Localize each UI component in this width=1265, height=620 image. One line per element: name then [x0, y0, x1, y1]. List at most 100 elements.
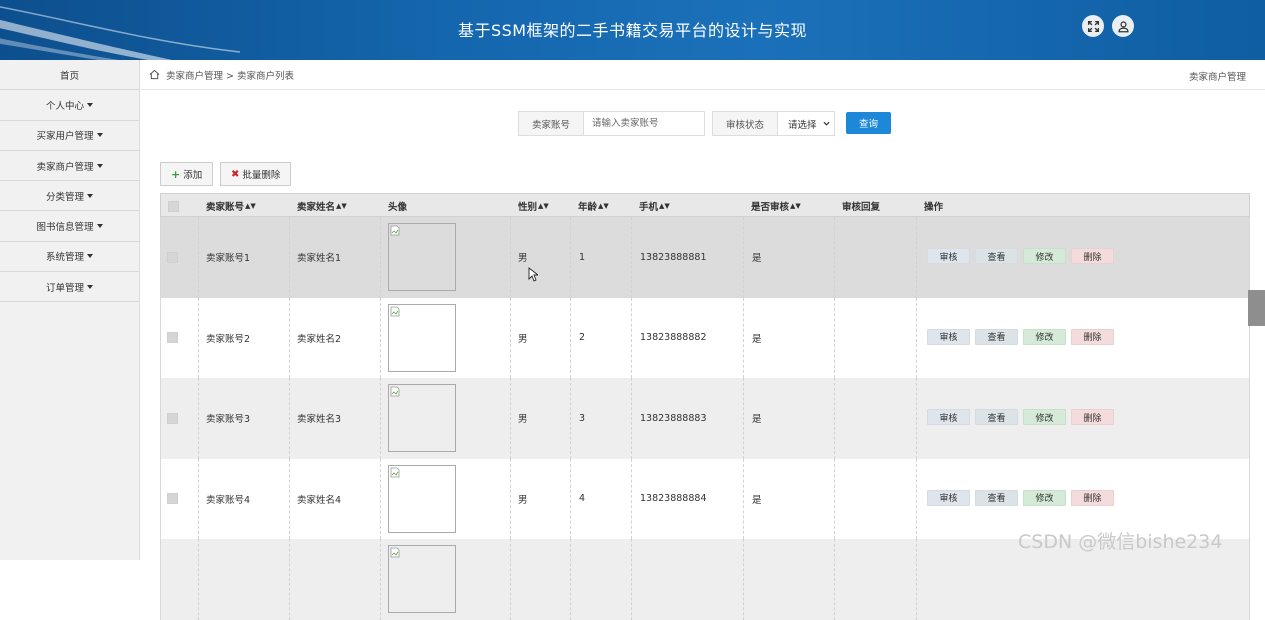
column-divider — [289, 297, 290, 378]
fullscreen-button[interactable] — [1082, 15, 1104, 37]
sidebar-item-seller-management[interactable]: 卖家商户管理 — [0, 151, 139, 182]
col-audited[interactable]: 是否审核 ▲▼ — [751, 194, 801, 218]
app-title: 基于SSM框架的二手书籍交易平台的设计与实现 — [457, 21, 808, 40]
col-audit-reply: 审核回复 — [842, 202, 881, 213]
column-divider — [570, 458, 571, 539]
col-seller-account[interactable]: 卖家账号 ▲▼ — [206, 194, 256, 218]
audit-button[interactable]: 审核 — [927, 489, 970, 506]
sidebar-item-book-management[interactable]: 图书信息管理 — [0, 211, 139, 242]
fullscreen-icon — [1087, 20, 1099, 32]
add-button-label: 添加 — [183, 170, 203, 181]
avatar — [388, 464, 456, 533]
sidebar-item-system-management[interactable]: 系统管理 — [0, 242, 139, 273]
audit-button[interactable]: 审核 — [927, 409, 970, 425]
sidebar-item-label: 首页 — [59, 70, 79, 82]
col-gender[interactable]: 性别 ▲▼ — [518, 194, 549, 218]
column-divider — [289, 378, 290, 459]
column-divider — [570, 217, 571, 298]
delete-button[interactable]: 删除 — [1071, 409, 1114, 425]
column-divider — [289, 458, 290, 539]
column-divider — [916, 297, 917, 378]
cell-seller-name: 卖家姓名2 — [297, 333, 342, 345]
sidebar-item-home[interactable]: 首页 — [0, 60, 139, 91]
view-button[interactable]: 查看 — [975, 409, 1018, 425]
col-avatar: 头像 — [388, 202, 408, 213]
chevron-down-icon — [822, 121, 830, 126]
edit-button[interactable]: 修改 — [1023, 248, 1066, 264]
audit-button[interactable]: 审核 — [927, 328, 970, 345]
account-search-group: 卖家账号 — [518, 111, 706, 136]
breadcrumb[interactable]: 卖家商户管理 > 卖家商户列表 — [166, 68, 294, 82]
status-select[interactable]: 请选择 — [777, 111, 836, 136]
sidebar-item-category-management[interactable]: 分类管理 — [0, 181, 139, 212]
row-checkbox[interactable] — [167, 217, 178, 298]
side-panel-toggle[interactable] — [1248, 290, 1265, 326]
cell-age: 2 — [579, 332, 586, 344]
caret-down-icon — [96, 224, 103, 229]
edit-button[interactable]: 修改 — [1023, 489, 1066, 506]
cell-seller-account: 卖家账号3 — [206, 414, 251, 426]
sidebar-item-label: 订单管理 — [45, 282, 84, 294]
broken-image-icon — [390, 467, 400, 477]
batch-delete-label: 批量删除 — [242, 170, 281, 181]
user-icon — [1117, 20, 1129, 32]
col-age[interactable]: 年龄 ▲▼ — [578, 194, 609, 218]
column-divider — [743, 458, 744, 539]
delete-button[interactable]: 删除 — [1071, 328, 1114, 345]
user-button[interactable] — [1112, 15, 1134, 37]
cell-seller-name: 卖家姓名1 — [297, 253, 342, 265]
column-divider — [631, 217, 632, 298]
home-icon[interactable] — [149, 69, 160, 80]
delete-button[interactable]: 删除 — [1071, 248, 1114, 264]
sidebar-item-order-management[interactable]: 订单管理 — [0, 272, 139, 303]
delete-button[interactable]: 删除 — [1071, 489, 1114, 506]
select-all-checkbox[interactable] — [168, 194, 179, 218]
column-divider — [510, 297, 511, 378]
status-search-group: 审核状态 请选择 — [712, 111, 836, 136]
sidebar-item-personal-center[interactable]: 个人中心 — [0, 90, 139, 121]
column-divider — [916, 378, 917, 459]
col-phone[interactable]: 手机 ▲▼ — [639, 194, 670, 218]
caret-down-icon — [87, 284, 93, 289]
query-button[interactable]: 查询 — [846, 112, 891, 134]
audit-button[interactable]: 审核 — [927, 248, 970, 264]
sort-icon: ▲▼ — [336, 202, 347, 210]
avatar — [388, 303, 456, 372]
column-divider — [380, 217, 381, 298]
account-label: 卖家账号 — [518, 111, 584, 136]
column-divider — [570, 297, 571, 378]
column-divider — [743, 217, 744, 298]
close-icon: ✖ — [231, 168, 240, 180]
sidebar-item-buyer-management[interactable]: 买家用户管理 — [0, 121, 139, 151]
view-button[interactable]: 查看 — [975, 489, 1018, 506]
column-divider — [198, 539, 199, 620]
row-checkbox[interactable] — [167, 459, 178, 540]
view-button[interactable]: 查看 — [975, 328, 1018, 345]
row-checkbox[interactable] — [167, 378, 178, 459]
sort-icon: ▲▼ — [659, 202, 670, 210]
column-divider — [834, 297, 835, 378]
column-divider — [631, 458, 632, 539]
status-select-value: 请选择 — [788, 119, 817, 131]
broken-image-icon — [390, 225, 400, 236]
sort-icon: ▲▼ — [245, 202, 256, 210]
edit-button[interactable]: 修改 — [1023, 328, 1066, 345]
plus-icon: + — [171, 167, 181, 181]
col-seller-name[interactable]: 卖家姓名 ▲▼ — [297, 194, 347, 218]
sidebar-item-label: 分类管理 — [45, 191, 84, 203]
column-divider — [380, 458, 381, 539]
column-divider — [510, 217, 511, 298]
edit-button[interactable]: 修改 — [1023, 409, 1066, 425]
sort-icon: ▲▼ — [538, 202, 549, 210]
row-checkbox[interactable] — [167, 298, 178, 379]
batch-delete-button[interactable]: ✖ 批量删除 — [220, 162, 292, 186]
cell-audited: 是 — [752, 253, 762, 265]
view-button[interactable]: 查看 — [975, 248, 1018, 264]
add-button[interactable]: + 添加 — [160, 162, 214, 186]
table-header: 卖家账号 ▲▼ 卖家姓名 ▲▼ 头像 性别 ▲▼ 年龄 ▲▼ 手机 ▲▼ 是否审核 ▲▼ 审… — [160, 193, 1250, 217]
column-divider — [834, 378, 835, 459]
column-divider — [289, 539, 290, 620]
column-divider — [198, 297, 199, 378]
account-search-input[interactable] — [583, 111, 706, 136]
column-divider — [510, 378, 511, 459]
